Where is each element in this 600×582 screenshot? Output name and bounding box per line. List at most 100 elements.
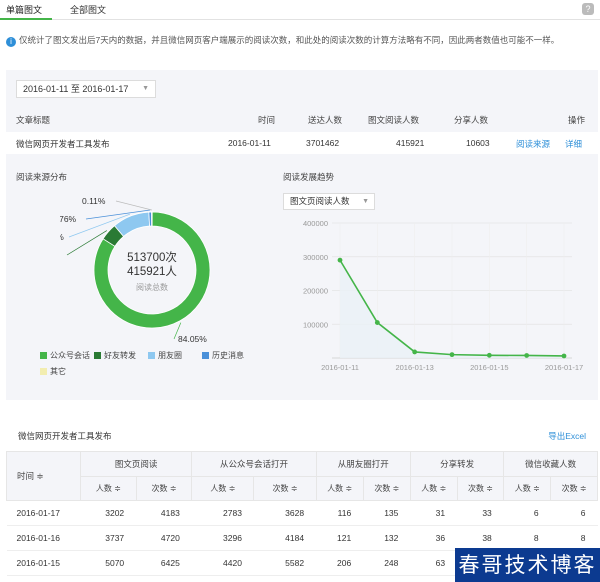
sub-header-times[interactable]: 次数 ≑	[550, 476, 598, 501]
table-cell: 3296	[191, 525, 254, 551]
pie-value-label: 84.05%	[178, 334, 207, 344]
y-tick-label: 100000	[303, 320, 328, 329]
x-tick-label: 2016-01-13	[395, 363, 433, 372]
date-range-value: 2016-01-11 至 2016-01-17	[23, 84, 129, 94]
data-point[interactable]	[524, 353, 530, 358]
data-point[interactable]	[412, 349, 418, 355]
table-cell: 8	[550, 525, 598, 551]
table-cell: 132	[363, 525, 411, 551]
x-tick-label: 2016-01-11	[321, 363, 359, 372]
group-header: 分享转发	[409, 451, 505, 477]
group-header: 图文页阅读	[79, 451, 193, 477]
table-cell: 116	[316, 500, 364, 526]
col-title: 文章标题	[16, 115, 51, 125]
x-tick-label: 2016-01-15	[470, 363, 508, 372]
sub-header-times[interactable]: 次数 ≑	[135, 476, 193, 501]
sub-header-times[interactable]: 次数 ≑	[362, 476, 411, 501]
legend-label: 朋友圈	[158, 351, 182, 360]
sub-header-times[interactable]: 次数 ≑	[456, 476, 505, 501]
group-header: 从朋友圈打开	[315, 451, 411, 477]
legend-swatch	[202, 352, 209, 359]
chevron-down-icon: ▼	[142, 85, 149, 92]
table-cell: 206	[316, 550, 364, 576]
table-row: 2016-01-17 3202 4183 2783 3628 116 135 31 33 6 6	[6, 500, 598, 526]
table-cell: 4720	[136, 525, 192, 551]
trend-metric-select[interactable]: 图文页阅读人数 ▼	[283, 193, 375, 210]
y-tick-label: 300000	[303, 253, 328, 262]
y-tick-label: 400000	[303, 219, 328, 228]
col-action: 操作	[568, 115, 586, 125]
article-sharers: 10603	[466, 138, 490, 148]
article-readers: 415921	[396, 138, 425, 148]
table-cell: 3202	[80, 500, 137, 526]
data-point[interactable]	[449, 352, 455, 358]
watermark-logo: 春哥技术博客	[455, 548, 600, 582]
article-time: 2016-01-11	[228, 138, 271, 148]
table-cell: 4184	[253, 525, 317, 551]
table-cell: 6	[550, 500, 598, 526]
table-cell: 5070	[80, 550, 137, 576]
x-tick-label: 2016-01-17	[545, 363, 583, 372]
data-point[interactable]	[561, 353, 567, 359]
pie-leader-line	[115, 200, 152, 211]
sub-header-people[interactable]: 人数 ≑	[191, 476, 255, 501]
time-header[interactable]: 时间 ≑	[6, 451, 81, 501]
donut-center-label: 阅读总数	[136, 282, 168, 292]
data-point[interactable]	[486, 352, 492, 358]
sub-header-people[interactable]: 人数 ≑	[503, 476, 552, 501]
legend-item[interactable]: 其它	[40, 366, 66, 377]
data-point[interactable]	[337, 257, 343, 263]
table-cell: 4420	[191, 550, 254, 576]
article-row: 微信网页开发者工具发布 2016-01-11 3701462 415921 10…	[6, 132, 598, 154]
legend-label: 好友转发	[104, 351, 136, 360]
table-cell: 121	[316, 525, 364, 551]
legend-label: 公众号会话	[50, 351, 90, 360]
pie-value-label: 10.31%	[60, 232, 64, 242]
article-title: 微信网页开发者工具发布	[16, 139, 110, 149]
table-cell: 135	[363, 500, 411, 526]
table-cell: 6	[503, 500, 551, 526]
legend-item[interactable]: 朋友圈	[148, 350, 182, 361]
legend-item[interactable]: 公众号会话	[40, 350, 90, 361]
table-row: 2016-01-16 3737 4720 3296 4184 121 132 36 38 8 8	[6, 525, 598, 551]
sub-header-people[interactable]: 人数 ≑	[409, 476, 458, 501]
tab-all-articles[interactable]: 全部图文	[70, 3, 106, 16]
sub-header-times[interactable]: 次数 ≑	[253, 476, 317, 501]
table-cell: 38	[457, 525, 504, 551]
col-readers: 图文阅读人数	[368, 115, 420, 125]
read-source-link[interactable]: 阅读来源	[516, 138, 550, 150]
row-date: 2016-01-15	[6, 550, 81, 576]
tab-single-article[interactable]: 单篇图文	[6, 3, 42, 16]
col-time: 时间	[258, 115, 276, 125]
row-date: 2016-01-17	[6, 500, 81, 526]
date-range-select[interactable]: 2016-01-11 至 2016-01-17 ▼	[16, 80, 156, 98]
legend-swatch	[148, 352, 155, 359]
legend-item[interactable]: 好友转发	[94, 350, 136, 361]
legend-item[interactable]: 历史消息	[202, 350, 244, 361]
sub-header-people[interactable]: 人数 ≑	[315, 476, 364, 501]
sub-header-people[interactable]: 人数 ≑	[80, 476, 137, 501]
table-cell: 8	[503, 525, 551, 551]
col-sharers: 分享人数	[454, 115, 489, 125]
export-excel-link[interactable]: 导出Excel	[548, 430, 586, 442]
col-delivered: 送达人数	[308, 115, 343, 125]
legend-swatch	[40, 368, 47, 375]
article-table-header: 文章标题 时间 送达人数 图文阅读人数 分享人数 操作	[6, 108, 598, 130]
legend-label: 历史消息	[212, 351, 244, 360]
table-cell: 31	[410, 500, 458, 526]
legend-swatch	[40, 352, 47, 359]
notice-banner: i 仅统计了图文发出后7天内的数据，并且微信网页客户端展示的阅读次数，和此处的阅读…	[6, 34, 596, 52]
table-cell: 4183	[136, 500, 192, 526]
data-point[interactable]	[374, 320, 380, 325]
detail-table-title: 微信网页开发者工具发布	[18, 431, 112, 441]
row-date: 2016-01-16	[6, 525, 81, 551]
pie-value-label: 0.11%	[82, 196, 106, 206]
chevron-down-icon: ▼	[362, 198, 369, 205]
help-icon[interactable]: ?	[582, 3, 594, 15]
detail-link[interactable]: 详细	[565, 138, 582, 150]
pie-slice[interactable]	[151, 211, 153, 227]
trend-line-chart: 100000 200000 300000 400000 2016-01-11 2016-0…	[303, 219, 583, 372]
info-icon: i	[6, 37, 16, 47]
pie-value-label: 0.76%	[60, 214, 77, 224]
table-cell: 6425	[136, 550, 192, 576]
